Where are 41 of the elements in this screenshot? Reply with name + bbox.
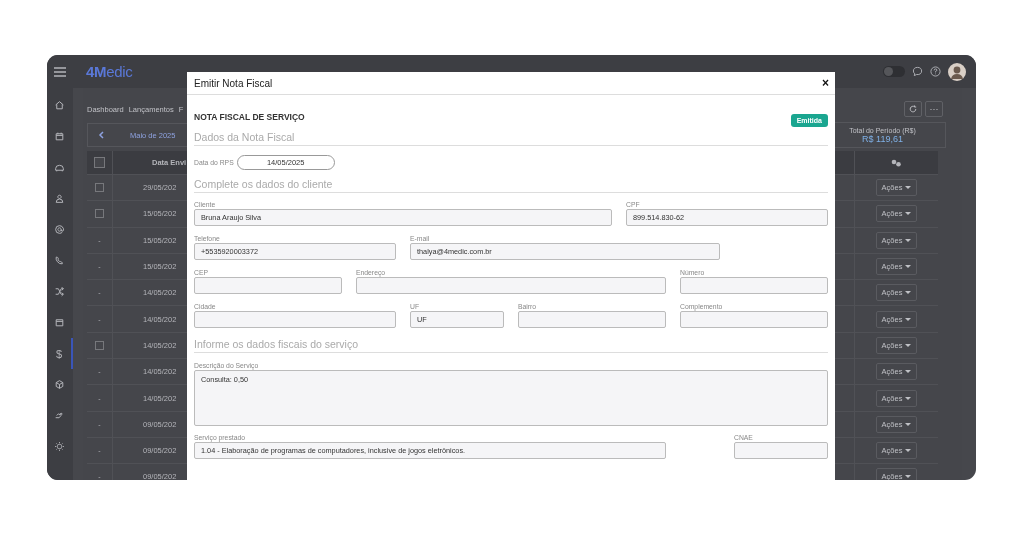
input-field[interactable] xyxy=(194,277,342,294)
caret-icon xyxy=(905,422,912,426)
help-icon[interactable] xyxy=(930,66,941,77)
caret-icon xyxy=(905,212,912,216)
previous-icon[interactable] xyxy=(98,131,104,139)
sidebar-item[interactable]: $ xyxy=(47,338,73,369)
modal-title: Emitir Nota Fiscal xyxy=(194,77,273,89)
refresh-button[interactable] xyxy=(904,101,922,117)
row-checkbox[interactable] xyxy=(95,183,104,193)
caret-icon xyxy=(905,265,912,269)
section-title: Dados da Nota Fiscal xyxy=(194,131,828,146)
caret-icon xyxy=(905,317,912,321)
more-button[interactable]: ··· xyxy=(925,101,943,117)
logo: 4Medic xyxy=(86,63,133,80)
select-all-checkbox[interactable] xyxy=(94,157,105,168)
gears-icon xyxy=(891,158,902,167)
close-button[interactable]: × xyxy=(822,76,829,90)
form-heading: NOTA FISCAL DE SERVIÇO xyxy=(194,112,305,122)
refresh-icon xyxy=(909,105,917,113)
caret-icon xyxy=(905,343,912,347)
section-title: Complete os dados do cliente xyxy=(194,178,828,193)
input-field[interactable] xyxy=(518,311,666,328)
section-title: Informe os dados fiscais do serviço xyxy=(194,338,828,353)
caret-icon xyxy=(905,449,912,453)
caret-icon xyxy=(905,370,912,374)
avatar[interactable] xyxy=(948,62,966,81)
input-field[interactable] xyxy=(680,277,828,294)
caret-icon xyxy=(905,238,912,242)
caret-icon xyxy=(905,475,912,479)
chat-icon[interactable] xyxy=(912,66,923,77)
caret-icon xyxy=(905,186,912,190)
caret-icon xyxy=(905,291,912,295)
input-field[interactable] xyxy=(356,277,666,294)
input-field[interactable] xyxy=(194,311,396,328)
input-field[interactable] xyxy=(734,442,828,459)
theme-toggle[interactable] xyxy=(883,66,905,77)
row-checkbox[interactable] xyxy=(95,209,104,219)
input-field[interactable] xyxy=(680,311,828,328)
total-value: R$ 119,61 xyxy=(862,133,903,144)
caret-icon xyxy=(905,396,912,400)
row-checkbox[interactable] xyxy=(95,340,104,350)
